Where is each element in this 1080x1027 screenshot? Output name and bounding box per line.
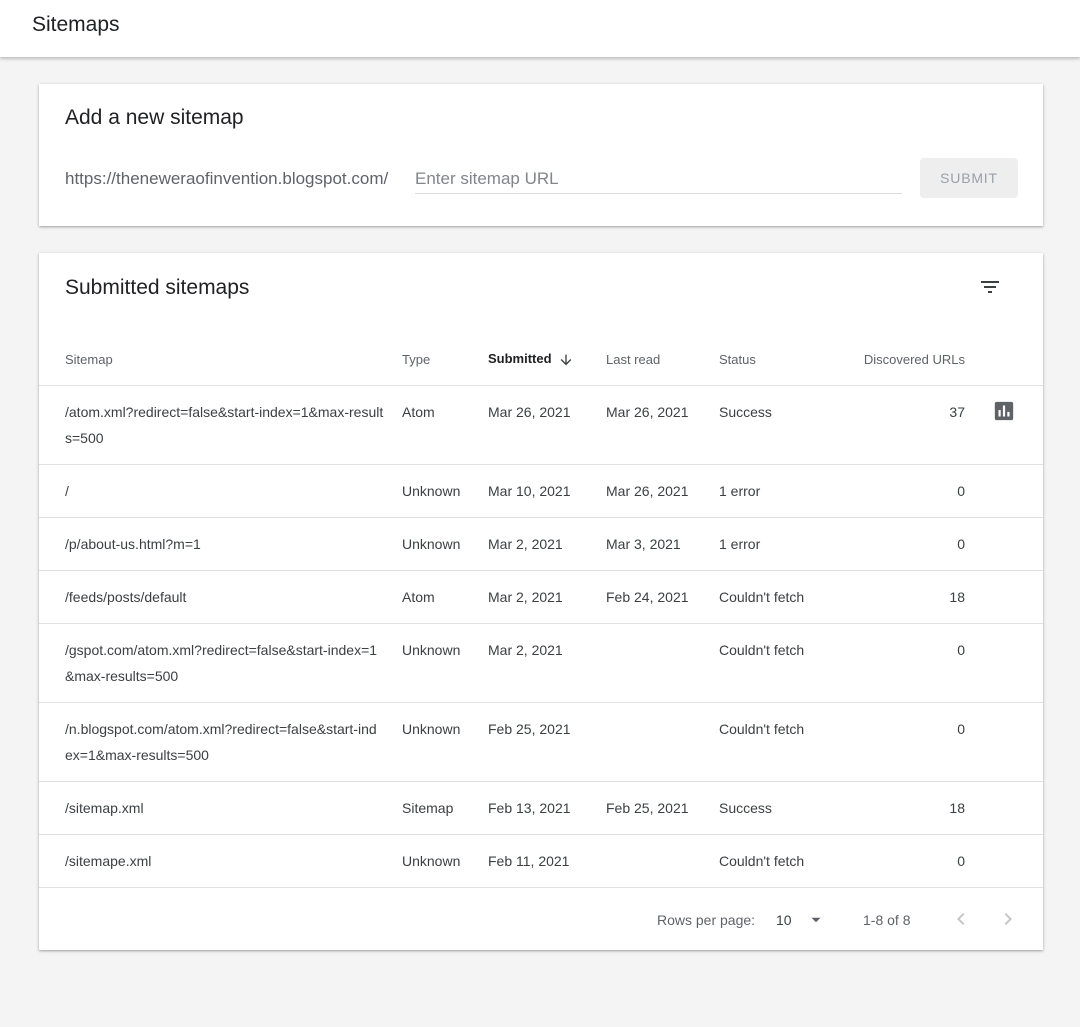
column-header-discovered-urls[interactable]: Discovered URLs [834, 334, 965, 386]
column-header-submitted[interactable]: Submitted [488, 334, 606, 386]
pagination-range: 1-8 of 8 [863, 912, 911, 928]
row-actions-cell [965, 517, 1043, 571]
row-actions-cell [965, 702, 1043, 782]
dropdown-arrow-icon[interactable] [807, 911, 825, 929]
sitemap-cell: /feeds/posts/default [39, 570, 402, 624]
sitemap-cell: / [39, 464, 402, 518]
submitted-cell: Mar 2, 2021 [488, 570, 606, 624]
discovered-urls-cell: 0 [834, 702, 965, 782]
column-header-type[interactable]: Type [402, 334, 488, 386]
table-row[interactable]: /sitemape.xml Unknown Feb 11, 2021 Couldn't… [39, 834, 1043, 888]
row-actions-cell [965, 464, 1043, 518]
discovered-urls-cell: 0 [834, 517, 965, 571]
last-read-cell: Mar 26, 2021 [606, 464, 719, 518]
sitemap-cell: /atom.xml?redirect=false&start-index=1&m… [39, 385, 402, 465]
submitted-cell: Mar 10, 2021 [488, 464, 606, 518]
arrow-down-icon [560, 354, 571, 366]
discovered-urls-cell: 0 [834, 834, 965, 888]
sitemap-cell: /gspot.com/atom.xml?redirect=false&start… [39, 623, 402, 703]
column-header-status[interactable]: Status [719, 334, 834, 386]
discovered-urls-cell: 0 [834, 623, 965, 703]
discovered-urls-cell: 18 [834, 570, 965, 624]
add-sitemap-title: Add a new sitemap [65, 106, 244, 129]
discovered-urls-cell: 37 [834, 385, 965, 465]
table-pagination: Rows per page: 10 1-8 of 8 [39, 889, 1043, 950]
table-row[interactable]: /gspot.com/atom.xml?redirect=false&start… [39, 623, 1043, 703]
type-cell: Atom [402, 385, 488, 465]
row-actions-cell [965, 781, 1043, 835]
status-cell: Couldn't fetch [719, 623, 834, 703]
sitemap-cell: /sitemape.xml [39, 834, 402, 888]
rows-per-page-select[interactable]: 10 [776, 912, 792, 928]
sitemap-url-input[interactable] [415, 165, 902, 194]
last-read-cell: Feb 24, 2021 [606, 570, 719, 624]
submitted-cell: Feb 25, 2021 [488, 702, 606, 782]
column-header-sitemap[interactable]: Sitemap [39, 334, 402, 386]
submitted-cell: Mar 26, 2021 [488, 385, 606, 465]
table-row[interactable]: /n.blogspot.com/atom.xml?redirect=false&… [39, 702, 1043, 782]
submitted-cell: Feb 13, 2021 [488, 781, 606, 835]
last-read-cell: Mar 3, 2021 [606, 517, 719, 571]
submit-button[interactable]: SUBMIT [920, 158, 1018, 198]
type-cell: Unknown [402, 623, 488, 703]
table-row[interactable]: / Unknown Mar 10, 2021 Mar 26, 2021 1 error 0 [39, 464, 1043, 518]
sitemap-cell: /p/about-us.html?m=1 [39, 517, 402, 571]
status-cell: Couldn't fetch [719, 570, 834, 624]
table-row[interactable]: /atom.xml?redirect=false&start-index=1&m… [39, 385, 1043, 465]
sitemap-cell: /sitemap.xml [39, 781, 402, 835]
type-cell: Unknown [402, 464, 488, 518]
table-row[interactable]: /feeds/posts/default Atom Mar 2, 2021 Feb 2… [39, 570, 1043, 624]
rows-per-page-label: Rows per page: [657, 912, 756, 928]
submitted-cell: Feb 11, 2021 [488, 834, 606, 888]
type-cell: Atom [402, 570, 488, 624]
type-cell: Unknown [402, 517, 488, 571]
discovered-urls-cell: 0 [834, 464, 965, 518]
sitemaps-table: Sitemap Type Submitted Last read Status … [39, 334, 1043, 888]
row-actions-cell [965, 623, 1043, 703]
last-read-cell [606, 702, 719, 782]
last-read-cell [606, 834, 719, 888]
type-cell: Sitemap [402, 781, 488, 835]
status-cell: Success [719, 781, 834, 835]
sitemap-url-prefix: https://theneweraofinvention.blogspot.co… [65, 169, 389, 188]
last-read-cell [606, 623, 719, 703]
table-row[interactable]: /p/about-us.html?m=1 Unknown Mar 2, 2021 Ma… [39, 517, 1043, 571]
submitted-sitemaps-title: Submitted sitemaps [65, 276, 250, 299]
last-read-cell: Mar 26, 2021 [606, 385, 719, 465]
status-cell: 1 error [719, 517, 834, 571]
status-cell: Success [719, 385, 834, 465]
status-cell: 1 error [719, 464, 834, 518]
chevron-left-icon[interactable] [949, 907, 973, 931]
table-row[interactable]: /sitemap.xml Sitemap Feb 13, 2021 Feb 25, 2… [39, 781, 1043, 835]
type-cell: Unknown [402, 702, 488, 782]
page-title: Sitemaps [32, 13, 120, 36]
chevron-right-icon[interactable] [996, 907, 1020, 931]
row-actions-cell [965, 570, 1043, 624]
submitted-cell: Mar 2, 2021 [488, 623, 606, 703]
submitted-cell: Mar 2, 2021 [488, 517, 606, 571]
type-cell: Unknown [402, 834, 488, 888]
bar-chart-icon[interactable] [993, 400, 1015, 422]
submitted-sitemaps-card: Submitted sitemaps Sitemap Type Submitte… [39, 253, 1043, 950]
top-app-bar: Sitemaps [0, 0, 1080, 57]
status-cell: Couldn't fetch [719, 834, 834, 888]
column-header-last-read[interactable]: Last read [606, 334, 719, 386]
column-header-submitted-label: Submitted [488, 351, 552, 367]
table-header-row: Sitemap Type Submitted Last read Status … [39, 334, 1043, 386]
status-cell: Couldn't fetch [719, 702, 834, 782]
column-header-actions [965, 334, 1043, 386]
row-actions-cell [965, 385, 1043, 465]
discovered-urls-cell: 18 [834, 781, 965, 835]
add-sitemap-card: Add a new sitemap https://theneweraofinv… [39, 84, 1043, 226]
filter-list-icon[interactable] [978, 275, 1002, 299]
row-actions-cell [965, 834, 1043, 888]
last-read-cell: Feb 25, 2021 [606, 781, 719, 835]
sitemap-cell: /n.blogspot.com/atom.xml?redirect=false&… [39, 702, 402, 782]
